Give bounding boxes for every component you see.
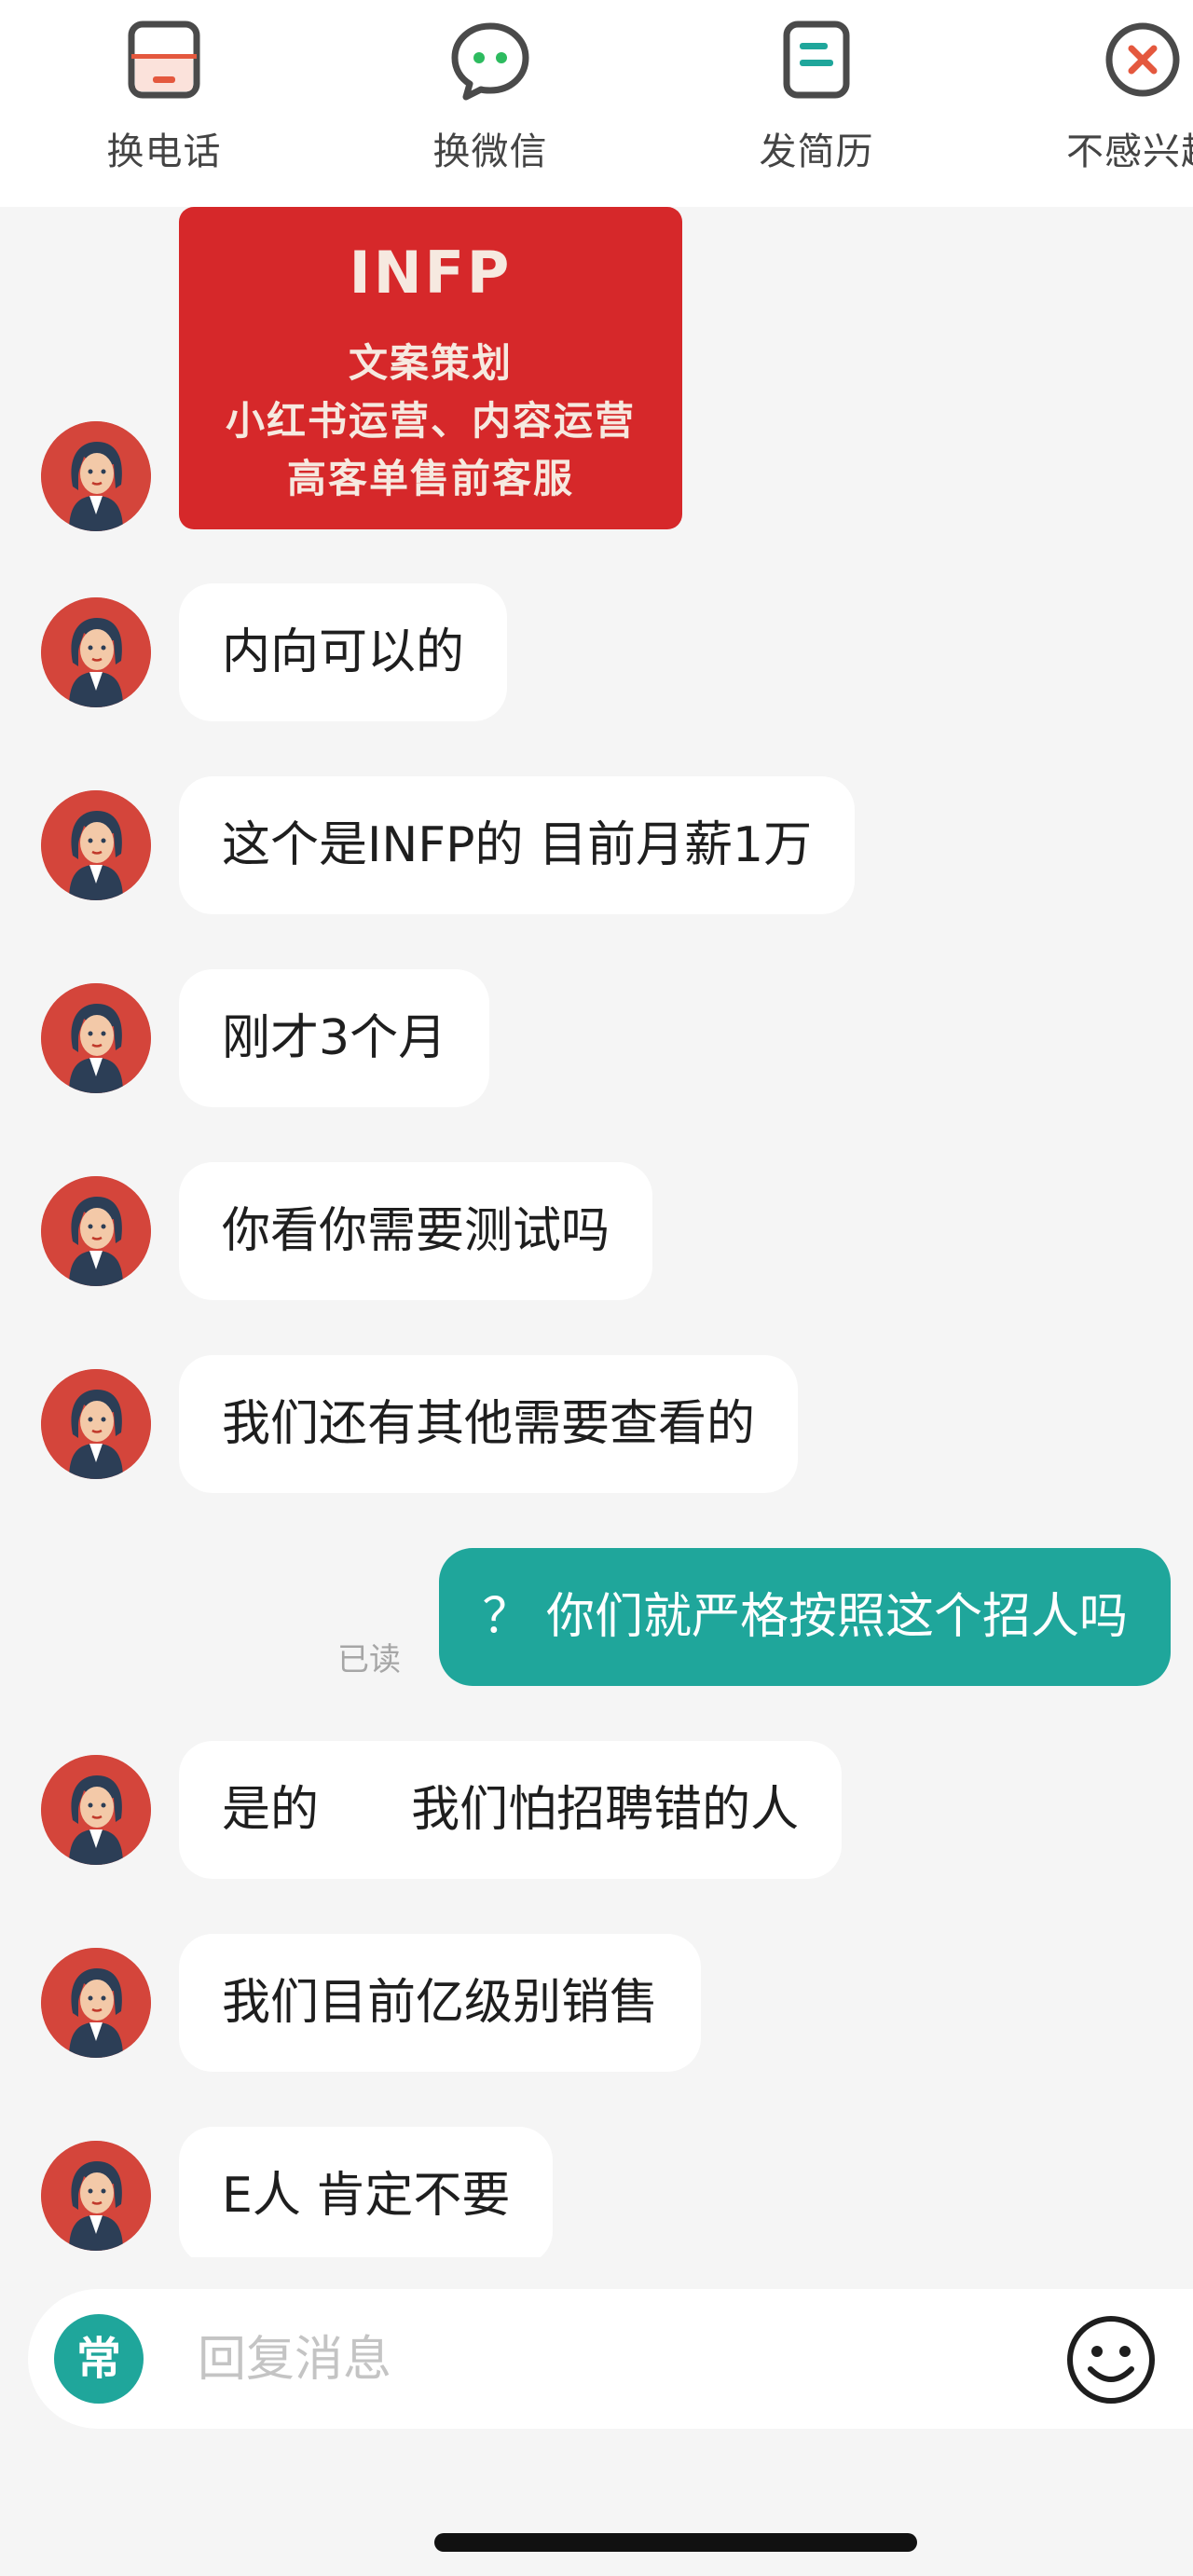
avatar[interactable] xyxy=(41,1369,151,1479)
not-interested-button[interactable]: 不感兴趣 xyxy=(1040,17,1193,185)
quick-reply-button[interactable]: 常 xyxy=(54,2314,144,2404)
job-card-image[interactable]: INFP 文案策划 小红书运营、内容运营 高客单售前客服 xyxy=(179,207,682,529)
swap-phone-button[interactable]: 换电话 xyxy=(62,17,267,185)
send-resume-button[interactable]: 发简历 xyxy=(714,17,919,185)
message-bubble[interactable]: 是的 我们怕招聘错的人 xyxy=(179,1741,843,1879)
card-line: 文案策划 xyxy=(348,340,513,386)
recruiter-avatar-icon xyxy=(41,597,151,707)
composer-bar: 常 xyxy=(28,2289,1193,2429)
avatar[interactable] xyxy=(41,983,151,1093)
avatar[interactable] xyxy=(41,597,151,707)
recruiter-avatar-icon xyxy=(41,1369,151,1479)
avatar[interactable] xyxy=(41,1176,151,1286)
card-line: 小红书运营、内容运营 xyxy=(225,398,636,444)
message-bubble[interactable]: 内向可以的 xyxy=(179,583,508,721)
chat-action-bar: 换电话 换微信 发简历 不感兴趣 xyxy=(0,0,1193,207)
card-line: 高客单售前客服 xyxy=(286,456,574,501)
recruiter-avatar-icon xyxy=(41,790,151,900)
message-bubble[interactable]: 我们目前亿级别销售 xyxy=(179,1934,702,2072)
send-resume-label: 发简历 xyxy=(759,130,874,173)
composer: 常 xyxy=(0,2257,1193,2576)
resume-icon xyxy=(783,21,850,99)
swap-wechat-button[interactable]: 换微信 xyxy=(388,17,593,185)
recruiter-avatar-icon xyxy=(41,421,151,531)
swap-phone-label: 换电话 xyxy=(106,130,222,173)
message-bubble[interactable]: E人 肯定不要 xyxy=(179,2127,554,2257)
recruiter-avatar-icon xyxy=(41,983,151,1093)
avatar[interactable] xyxy=(41,421,151,531)
message-bubble[interactable]: 刚才3个月 xyxy=(179,969,490,1107)
recruiter-avatar-icon xyxy=(41,1948,151,2058)
recruiter-avatar-icon xyxy=(41,1176,151,1286)
message-bubble[interactable]: 这个是INFP的 目前月薪1万 xyxy=(179,776,856,914)
my-message-bubble[interactable]: ？ 你们就严格按照这个招人吗 xyxy=(439,1548,1171,1686)
message-list[interactable]: INFP 文案策划 小红书运营、内容运营 高客单售前客服 内向可以的 这个是IN… xyxy=(0,207,1193,2257)
recruiter-avatar-icon xyxy=(41,2141,151,2251)
wechat-icon xyxy=(451,22,529,101)
avatar[interactable] xyxy=(41,1948,151,2058)
close-circle-icon xyxy=(1105,22,1180,97)
swap-wechat-label: 换微信 xyxy=(432,130,548,173)
not-interested-label: 不感兴趣 xyxy=(1066,130,1193,173)
recruiter-avatar-icon xyxy=(41,1755,151,1865)
phone-swap-icon xyxy=(128,21,200,99)
avatar[interactable] xyxy=(41,1755,151,1865)
avatar[interactable] xyxy=(41,790,151,900)
read-status: 已读 xyxy=(337,1641,401,1679)
message-bubble[interactable]: 你看你需要测试吗 xyxy=(179,1162,653,1300)
avatar[interactable] xyxy=(41,2141,151,2251)
reply-input[interactable] xyxy=(196,2312,964,2407)
home-indicator[interactable] xyxy=(434,2533,917,2552)
card-title: INFP xyxy=(349,239,513,307)
smiley-icon[interactable] xyxy=(1063,2311,1159,2408)
message-bubble[interactable]: 我们还有其他需要查看的 xyxy=(179,1355,799,1493)
